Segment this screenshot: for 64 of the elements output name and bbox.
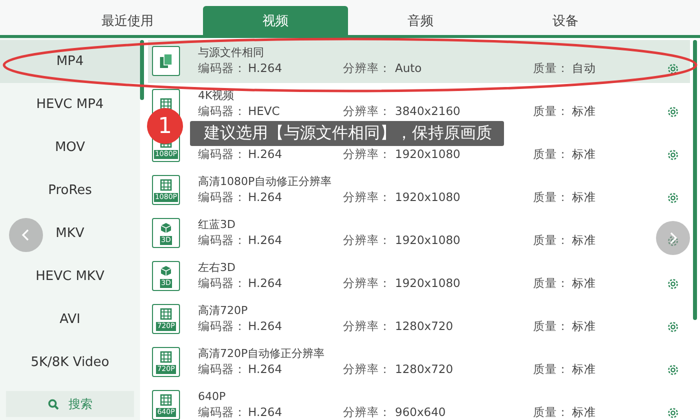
quality-label: 质量： — [533, 318, 570, 334]
codec-label: 编码器： — [198, 404, 247, 420]
codec-label: 编码器： — [198, 361, 247, 377]
codec-value: H.264 — [248, 404, 284, 420]
resolution-label: 分辨率： — [343, 146, 392, 162]
resolution-value: 1920x1080 — [395, 232, 462, 248]
quality-value: 自动 — [572, 60, 597, 76]
quality-value: 标准 — [572, 361, 597, 377]
preset-title: 640P — [198, 390, 227, 404]
quality-value: 标准 — [572, 404, 597, 420]
codec-label: 编码器： — [198, 146, 247, 162]
step-number: 1 — [147, 108, 183, 144]
preset-title: 4K视频 — [198, 89, 236, 103]
preset-title: 左右3D — [198, 261, 236, 275]
codec-label: 编码器： — [198, 318, 247, 334]
codec-value: H.264 — [248, 275, 284, 291]
quality-label: 质量： — [533, 60, 570, 76]
tooltip: 建议选用【与源文件相同】，保持原画质 — [190, 121, 504, 146]
resolution-label: 分辨率： — [343, 404, 392, 420]
resolution-value: 960x640 — [395, 404, 447, 420]
resolution-value: 1920x1080 — [395, 275, 462, 291]
codec-value: H.264 — [248, 318, 284, 334]
quality-value: 标准 — [572, 189, 597, 205]
codec-value: H.264 — [248, 146, 284, 162]
resolution-label: 分辨率： — [343, 361, 392, 377]
quality-label: 质量： — [533, 189, 570, 205]
quality-value: 标准 — [572, 318, 597, 334]
preset-title: 高清720P自动修正分辨率 — [198, 347, 326, 361]
resolution-label: 分辨率： — [343, 232, 392, 248]
quality-value: 标准 — [572, 146, 597, 162]
preset-title: 红蓝3D — [198, 218, 236, 232]
resolution-label: 分辨率： — [343, 103, 392, 119]
quality-label: 质量： — [533, 146, 570, 162]
quality-value: 标准 — [572, 275, 597, 291]
quality-value: 标准 — [572, 103, 597, 119]
resolution-value: 1920x1080 — [395, 146, 462, 162]
resolution-label: 分辨率： — [343, 275, 392, 291]
resolution-label: 分辨率： — [343, 189, 392, 205]
resolution-value: 1280x720 — [395, 318, 454, 334]
resolution-value: Auto — [395, 60, 423, 76]
resolution-value: 1280x720 — [395, 361, 454, 377]
codec-label: 编码器： — [198, 189, 247, 205]
codec-value: H.264 — [248, 232, 284, 248]
codec-value: H.264 — [248, 361, 284, 377]
preset-title: 高清720P — [198, 304, 249, 318]
resolution-value: 1920x1080 — [395, 189, 462, 205]
resolution-value: 3840x2160 — [395, 103, 462, 119]
resolution-label: 分辨率： — [343, 318, 392, 334]
quality-label: 质量： — [533, 404, 570, 420]
codec-value: H.264 — [248, 60, 284, 76]
quality-label: 质量： — [533, 275, 570, 291]
codec-value: HEVC — [248, 103, 281, 119]
codec-label: 编码器： — [198, 275, 247, 291]
resolution-label: 分辨率： — [343, 60, 392, 76]
quality-label: 质量： — [533, 103, 570, 119]
codec-value: H.264 — [248, 189, 284, 205]
quality-label: 质量： — [533, 232, 570, 248]
quality-label: 质量： — [533, 361, 570, 377]
codec-label: 编码器： — [198, 60, 247, 76]
preset-title: 高清1080P自动修正分辨率 — [198, 175, 333, 189]
codec-label: 编码器： — [198, 103, 247, 119]
preset-title: 与源文件相同 — [198, 46, 265, 60]
codec-label: 编码器： — [198, 232, 247, 248]
quality-value: 标准 — [572, 232, 597, 248]
